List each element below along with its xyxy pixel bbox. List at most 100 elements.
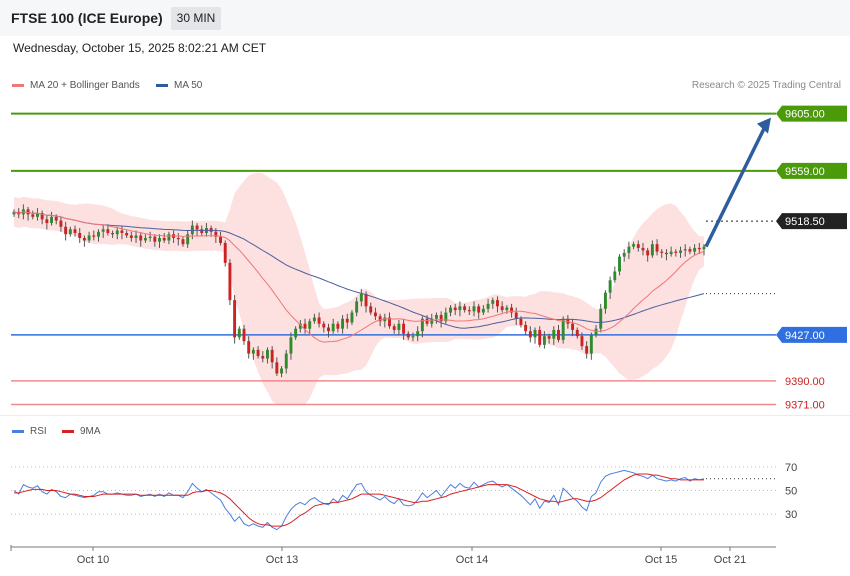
candle-body (416, 331, 420, 337)
candle-body (449, 307, 452, 313)
candle-body (345, 318, 349, 323)
candle-body (693, 247, 697, 252)
candle-body (350, 312, 354, 323)
candle-body (627, 246, 631, 253)
candle-body (618, 256, 621, 272)
candle-body (312, 317, 316, 322)
candle-body (31, 214, 35, 217)
candle-body (585, 346, 589, 354)
candle-body (68, 229, 72, 235)
candle-body (477, 306, 481, 313)
level-label: 9427.00 (785, 330, 825, 342)
candle-body (200, 229, 204, 233)
candle-body (683, 249, 687, 251)
level-label: 9559.00 (785, 166, 825, 178)
candle (237, 326, 241, 340)
candle-body (111, 232, 115, 235)
candle-body (341, 318, 345, 329)
candle-body (209, 228, 213, 232)
candle-body (256, 349, 260, 357)
candle-body (575, 329, 579, 337)
candle-body (237, 328, 241, 338)
level-label: 9605.00 (785, 109, 825, 121)
candle-body (247, 341, 251, 354)
candle-body (397, 323, 401, 330)
candle-body (411, 336, 415, 338)
level-label-9390.00: 9390.00 (785, 376, 825, 388)
candle-body (284, 353, 288, 369)
candle-body (519, 318, 523, 325)
level-label-9371.00: 9371.00 (785, 400, 825, 412)
candle-body (434, 315, 438, 319)
candle-body (158, 237, 161, 242)
candle-body (679, 250, 682, 253)
candle-body (120, 230, 124, 233)
candle-body (280, 368, 284, 374)
rsi-tick-50: 50 (785, 486, 797, 498)
candle-body (608, 280, 612, 293)
candle-body (162, 237, 166, 241)
candle-body (167, 234, 171, 241)
x-tick-label: Oct 15 (645, 554, 677, 566)
candle-body (186, 234, 190, 245)
bollinger-band-area (14, 172, 704, 405)
candle-body (500, 306, 504, 311)
candle-body (613, 271, 617, 281)
candle-body (538, 329, 542, 345)
candle-body (453, 307, 457, 311)
candle-body (664, 252, 668, 255)
candle-body (303, 323, 307, 329)
candle-body (528, 331, 532, 338)
candle-body (26, 209, 30, 215)
candle-body (589, 334, 593, 354)
arrow-shaft (704, 125, 767, 248)
candle-body (134, 235, 138, 238)
candle-body (82, 237, 86, 241)
candle-body (87, 235, 91, 241)
candle-body (571, 323, 575, 330)
candle-body (228, 262, 232, 301)
x-tick-label: Oct 13 (266, 554, 298, 566)
level-tag-9427.00: 9427.00 (776, 326, 847, 343)
candle-body (266, 349, 269, 359)
candle-body (425, 318, 429, 324)
candle-body (129, 235, 133, 238)
candle-body (327, 327, 330, 332)
candle-body (64, 226, 68, 235)
candle-body (54, 216, 58, 221)
candle-body (655, 244, 659, 252)
candle-body (143, 237, 147, 241)
candle-body (261, 356, 265, 359)
candle-body (369, 306, 373, 313)
candle-body (650, 244, 654, 256)
candle-body (561, 318, 565, 340)
rsi-tick-30: 30 (785, 509, 797, 521)
x-tick-label: Oct 21 (714, 554, 746, 566)
candle (223, 240, 227, 267)
candle-body (599, 308, 603, 329)
candle-body (472, 306, 476, 312)
candle-body (125, 232, 129, 236)
candle-body (542, 336, 546, 345)
candle-body (660, 251, 664, 253)
candle-body (233, 300, 237, 338)
price-chart: 9605.00 9559.00 9518.50 9427.00 9390.00 9371.… (10, 105, 847, 566)
candle-body (514, 312, 518, 319)
candle-body (373, 312, 377, 317)
candle-body (646, 250, 650, 256)
candle-body (463, 306, 467, 311)
candle-body (669, 251, 673, 255)
candle-body (594, 328, 598, 335)
candle-body (406, 333, 410, 338)
candle-body (481, 308, 485, 313)
candle-body (106, 229, 110, 233)
candle-body (402, 323, 406, 334)
rsi-tick-70: 70 (785, 462, 797, 474)
candle-body (148, 236, 152, 238)
candle-body (92, 235, 96, 237)
candle-body (580, 336, 584, 347)
candle-body (359, 293, 363, 302)
candle-body (195, 225, 199, 230)
candle-body (486, 303, 490, 309)
candle-body (364, 293, 368, 307)
